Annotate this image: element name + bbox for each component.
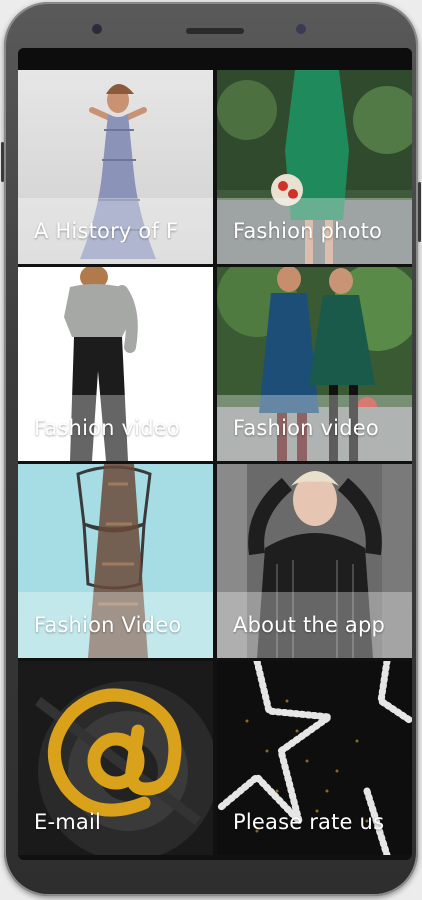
tile-label: A History of F	[34, 219, 179, 243]
tile-label: About the app	[233, 613, 386, 637]
tile-fashion-video-2[interactable]: Fashion video	[217, 267, 412, 461]
tile-label: Please rate us	[233, 810, 385, 834]
app-screen: A History of F Fashion photo Fashion vid…	[18, 48, 412, 860]
tile-caption: About the app	[217, 592, 412, 658]
phone-frame: A History of F Fashion photo Fashion vid…	[1, 2, 421, 896]
tile-email[interactable]: E-mail	[18, 661, 213, 855]
tile-fashion-video-1[interactable]: Fashion video	[18, 267, 213, 461]
earpiece-speaker	[186, 28, 244, 34]
tile-label: Fashion video	[233, 416, 379, 440]
menu-grid: A History of F Fashion photo Fashion vid…	[18, 70, 412, 860]
tile-history[interactable]: A History of F	[18, 70, 213, 264]
tile-caption: A History of F	[18, 198, 213, 264]
status-bar	[18, 48, 412, 70]
tile-caption: Please rate us	[217, 789, 412, 855]
tile-label: Fashion Video	[34, 613, 182, 637]
power-button	[418, 182, 421, 242]
sensor-icon	[296, 24, 306, 34]
tile-caption: Fashion Video	[18, 592, 213, 658]
front-camera-icon	[92, 24, 102, 34]
volume-button	[1, 142, 4, 182]
tile-label: E-mail	[34, 810, 102, 834]
tile-about-app[interactable]: About the app	[217, 464, 412, 658]
tile-fashion-video-3[interactable]: Fashion Video	[18, 464, 213, 658]
tile-label: Fashion photo	[233, 219, 383, 243]
tile-caption: Fashion video	[18, 395, 213, 461]
tile-fashion-photo[interactable]: Fashion photo	[217, 70, 412, 264]
tile-caption: E-mail	[18, 789, 213, 855]
tile-caption: Fashion photo	[217, 198, 412, 264]
tile-caption: Fashion video	[217, 395, 412, 461]
tile-rate-us[interactable]: Please rate us	[217, 661, 412, 855]
tile-label: Fashion video	[34, 416, 180, 440]
